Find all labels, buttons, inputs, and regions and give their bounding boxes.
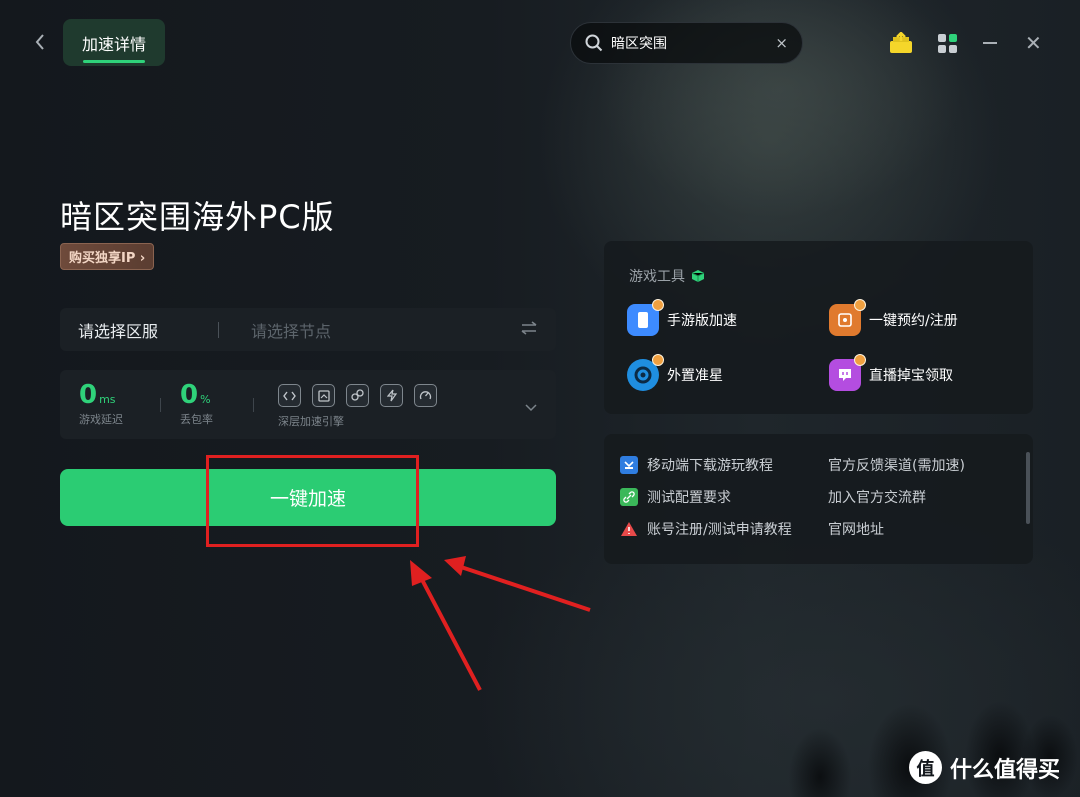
link-register-tutorial[interactable]: 账号注册/测试申请教程 <box>620 519 792 539</box>
link-label: 测试配置要求 <box>647 490 731 506</box>
link-label: 移动端下载游玩教程 <box>647 458 773 474</box>
link-feedback[interactable]: 官方反馈渠道(需加速) <box>828 455 965 475</box>
watermark-logo: 值 <box>909 751 942 784</box>
game-tools-panel: 游戏工具 手游版加速 一键预约/注册 外置准星 直播掉宝领取 <box>604 241 1033 414</box>
link-join-group[interactable]: 加入官方交流群 <box>828 487 926 507</box>
link-mobile-tutorial[interactable]: 移动端下载游玩教程 <box>620 455 773 475</box>
mobile-accelerate-icon <box>627 299 664 336</box>
link-label: 加入官方交流群 <box>828 490 926 506</box>
tool-label: 直播掉宝领取 <box>869 368 953 384</box>
watermark: 值 什么值得买 <box>909 751 1060 784</box>
tool-reserve-register[interactable]: 一键预约/注册 <box>829 299 958 336</box>
tools-title: 游戏工具 <box>629 266 705 286</box>
link-label: 官网地址 <box>828 522 884 538</box>
reserve-register-icon <box>829 299 866 336</box>
cube-icon <box>691 270 705 282</box>
link-test-requirements[interactable]: 测试配置要求 <box>620 487 731 507</box>
link-icon <box>620 488 638 506</box>
watermark-text: 什么值得买 <box>950 757 1061 783</box>
tool-mobile-accelerate[interactable]: 手游版加速 <box>627 299 737 336</box>
tool-label: 手游版加速 <box>667 313 737 329</box>
mobile-tutorial-icon <box>620 456 638 474</box>
tool-live-drops[interactable]: 直播掉宝领取 <box>829 354 953 391</box>
tool-label: 外置准星 <box>667 368 723 384</box>
tool-label: 一键预约/注册 <box>869 313 958 329</box>
tool-crosshair[interactable]: 外置准星 <box>627 354 723 391</box>
link-label: 官方反馈渠道(需加速) <box>828 458 965 474</box>
crosshair-icon <box>627 354 664 391</box>
scrollbar[interactable] <box>1026 452 1030 524</box>
warning-icon <box>620 520 638 538</box>
links-panel: 移动端下载游玩教程 官方反馈渠道(需加速) 测试配置要求 加入官方交流群 账号注… <box>604 434 1033 564</box>
live-drop-icon <box>829 354 866 391</box>
link-label: 账号注册/测试申请教程 <box>647 522 792 538</box>
tools-title-text: 游戏工具 <box>629 269 685 285</box>
link-official-site[interactable]: 官网地址 <box>828 519 884 539</box>
